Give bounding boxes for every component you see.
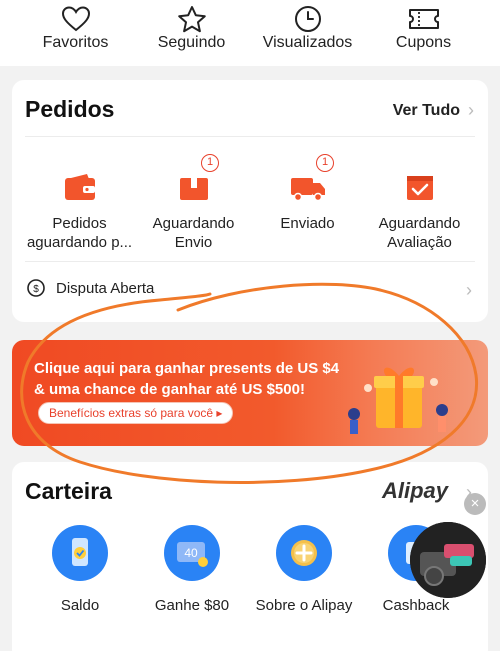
coupon-icon <box>361 0 486 34</box>
wallet-item-label: Sobre o Alipay <box>255 597 353 614</box>
wallet-title: Carteira <box>25 478 112 504</box>
promo-benefits-button[interactable]: Benefícios extras só para você ▸ <box>38 402 234 424</box>
wallet-item-label: Saldo <box>60 597 100 614</box>
wallet-item-label: Cashback <box>382 597 450 614</box>
wallet-earn-80[interactable]: 40 Ganhe $80 <box>136 525 248 614</box>
svg-text:$: $ <box>33 284 39 295</box>
close-icon[interactable]: × <box>464 493 486 515</box>
open-dispute-link[interactable]: $ Disputa Aberta <box>26 278 154 298</box>
alipay-logo[interactable]: Alipay <box>382 478 448 504</box>
promo-thumbnail-image <box>410 522 486 598</box>
divider <box>25 261 475 262</box>
order-status-label: Aguardando Avaliação <box>378 215 461 251</box>
plus-coin-icon <box>276 525 332 581</box>
order-status-label: Pedidos aguardando p... <box>26 215 133 251</box>
review-icon <box>360 162 479 202</box>
floating-promo-bubble[interactable] <box>410 522 486 598</box>
divider <box>25 136 475 137</box>
star-icon <box>129 0 254 34</box>
chevron-right-icon: › <box>468 100 474 120</box>
promo-text: Clique aqui para ganhar presents de US $… <box>34 360 340 398</box>
following-shortcut[interactable]: Seguindo <box>129 0 254 52</box>
gift-box-illustration <box>348 367 448 434</box>
wallet-about-alipay[interactable]: Sobre o Alipay <box>248 525 360 614</box>
coupons-shortcut[interactable]: Cupons <box>361 0 486 52</box>
card-40-icon: 40 <box>164 525 220 581</box>
dispute-coin-icon: $ <box>27 279 45 297</box>
truck-icon: 1 <box>248 154 367 202</box>
wallet-icon <box>20 162 139 202</box>
chevron-right-icon: › <box>466 280 472 300</box>
order-status-label: Aguardando Envio <box>152 215 235 251</box>
orders-card: Pedidos Ver Tudo › Pedidos aguardando p.… <box>12 80 488 322</box>
order-status-label: Enviado <box>280 215 335 232</box>
favorites-label: Favoritos <box>42 34 109 51</box>
wallet-balance[interactable]: Saldo <box>24 525 136 614</box>
see-all-label: Ver Tudo <box>392 101 460 119</box>
order-count-badge: 1 <box>316 154 334 172</box>
order-status-awaiting-shipment[interactable]: 1 Aguardando Envio <box>134 154 253 252</box>
order-status-awaiting-payment[interactable]: Pedidos aguardando p... <box>20 162 139 252</box>
order-status-awaiting-review[interactable]: Aguardando Avaliação <box>360 162 479 252</box>
promo-banner[interactable]: Clique aqui para ganhar presents de US $… <box>12 340 488 446</box>
favorites-shortcut[interactable]: Favoritos <box>13 0 138 52</box>
phone-balance-icon <box>52 525 108 581</box>
dispute-label: Disputa Aberta <box>56 279 155 297</box>
following-label: Seguindo <box>157 34 226 51</box>
see-all-orders-link[interactable]: Ver Tudo › <box>393 100 474 121</box>
coupons-label: Cupons <box>395 34 452 51</box>
top-shortcuts-bar: Favoritos Seguindo Visualizados Cupons <box>0 0 500 66</box>
wallet-item-label: Ganhe $80 <box>154 597 230 614</box>
order-count-badge: 1 <box>201 154 219 172</box>
card-40-text: 40 <box>184 546 198 560</box>
viewed-label: Visualizados <box>262 34 353 51</box>
viewed-shortcut[interactable]: Visualizados <box>245 0 370 52</box>
heart-icon <box>13 0 138 34</box>
orders-title: Pedidos <box>25 96 115 122</box>
order-status-shipped[interactable]: 1 Enviado <box>248 154 367 233</box>
clock-icon <box>245 0 370 34</box>
package-icon: 1 <box>134 154 253 202</box>
